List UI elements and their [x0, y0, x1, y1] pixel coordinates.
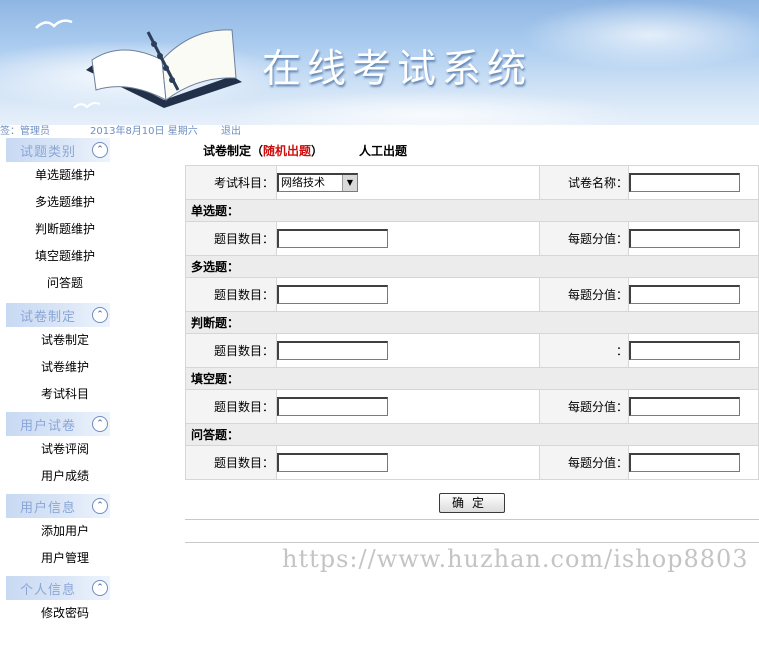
qa-score-label: 每题分值： — [539, 445, 629, 480]
paper-form: 考试科目： 网络技术 ▼ 试卷名称： 单选题： 题目数目： 每题分值： 多选题： … — [185, 165, 759, 480]
mode-tabs: 试卷制定（随机出题） 人工出题 — [185, 139, 759, 163]
sidebar-section-paper[interactable]: 试卷制定 ⌃ — [6, 303, 110, 327]
collapse-icon[interactable]: ⌃ — [92, 580, 108, 596]
section-multi-title: 多选题： — [185, 255, 759, 278]
qa-score-input[interactable] — [629, 453, 740, 472]
single-count-input[interactable] — [277, 229, 388, 248]
subject-label: 考试科目： — [185, 165, 277, 200]
fill-count-label: 题目数目： — [185, 389, 277, 424]
sidebar-item-user-manage[interactable]: 用户管理 — [0, 545, 130, 572]
judge-score-label: ： — [539, 333, 629, 368]
judge-count-input[interactable] — [277, 341, 388, 360]
sidebar-item-true-false[interactable]: 判断题维护 — [0, 216, 130, 243]
confirm-row: 确定 — [185, 489, 759, 519]
collapse-icon[interactable]: ⌃ — [92, 307, 108, 323]
sidebar-item-add-user[interactable]: 添加用户 — [0, 518, 130, 545]
sidebar-item-paper-maintain[interactable]: 试卷维护 — [0, 354, 130, 381]
sidebar-item-fill-blank[interactable]: 填空题维护 — [0, 243, 130, 270]
confirm-button[interactable]: 确定 — [438, 493, 505, 513]
collapse-icon[interactable]: ⌃ — [92, 142, 108, 158]
sidebar-section-user-info[interactable]: 用户信息 ⌃ — [6, 494, 110, 518]
sidebar-item-single-choice[interactable]: 单选题维护 — [0, 162, 130, 189]
multi-score-label: 每题分值： — [539, 277, 629, 312]
paper-name-input[interactable] — [629, 173, 740, 192]
sidebar-item-subjects[interactable]: 考试科目 — [0, 381, 130, 408]
fill-score-input[interactable] — [629, 397, 740, 416]
section-qa-title: 问答题： — [185, 423, 759, 446]
fill-score-label: 每题分值： — [539, 389, 629, 424]
single-count-label: 题目数目： — [185, 221, 277, 256]
sidebar-item-paper-make[interactable]: 试卷制定 — [0, 327, 130, 354]
tab-random[interactable]: 试卷制定（随机出题） — [203, 139, 323, 163]
main-content: 试卷制定（随机出题） 人工出题 考试科目： 网络技术 ▼ 试卷名称： 单选题： 题… — [185, 139, 759, 543]
qa-count-label: 题目数目： — [185, 445, 277, 480]
collapse-icon[interactable]: ⌃ — [92, 498, 108, 514]
watermark-text: https://www.huzhan.com/ishop8803 — [282, 545, 749, 573]
judge-count-label: 题目数目： — [185, 333, 277, 368]
system-title: 在线考试系统 — [262, 47, 533, 92]
sidebar-item-change-password[interactable]: 修改密码 — [0, 600, 130, 627]
logout-link[interactable]: 退出 — [221, 125, 241, 138]
qa-count-input[interactable] — [277, 453, 388, 472]
section-judge-title: 判断题： — [185, 311, 759, 334]
sidebar-section-question-types[interactable]: 试题类别 ⌃ — [6, 138, 110, 162]
seagull-icon — [35, 19, 73, 29]
sidebar-item-paper-review[interactable]: 试卷评阅 — [0, 436, 130, 463]
divider — [185, 542, 759, 543]
sidebar-item-multi-choice[interactable]: 多选题维护 — [0, 189, 130, 216]
single-score-label: 每题分值： — [539, 221, 629, 256]
judge-score-input[interactable] — [629, 341, 740, 360]
header-banner: 在线考试系统 — [0, 0, 759, 125]
sidebar: 试题类别 ⌃ 单选题维护 多选题维护 判断题维护 填空题维护 问答题 试卷制定 … — [0, 138, 162, 660]
section-single-title: 单选题： — [185, 199, 759, 222]
multi-count-input[interactable] — [277, 285, 388, 304]
sidebar-item-qa[interactable]: 问答题 — [0, 270, 130, 297]
current-user: 签：管理员 — [0, 126, 50, 137]
status-bar: 签：管理员 2013年8月10日 星期六 退出 — [0, 125, 759, 138]
collapse-icon[interactable]: ⌃ — [92, 416, 108, 432]
sidebar-item-user-scores[interactable]: 用户成绩 — [0, 463, 130, 490]
open-book-icon — [86, 29, 242, 108]
tab-manual[interactable]: 人工出题 — [359, 139, 407, 163]
current-date: 2013年8月10日 星期六 — [90, 126, 198, 137]
multi-count-label: 题目数目： — [185, 277, 277, 312]
section-fill-title: 填空题： — [185, 367, 759, 390]
multi-score-input[interactable] — [629, 285, 740, 304]
fill-count-input[interactable] — [277, 397, 388, 416]
divider — [185, 519, 759, 520]
subject-select[interactable]: 网络技术 ▼ — [277, 173, 358, 192]
sidebar-section-personal[interactable]: 个人信息 ⌃ — [6, 576, 110, 600]
single-score-input[interactable] — [629, 229, 740, 248]
sidebar-section-user-papers[interactable]: 用户试卷 ⌃ — [6, 412, 110, 436]
paper-name-label: 试卷名称： — [539, 165, 629, 200]
dropdown-arrow-icon[interactable]: ▼ — [342, 175, 357, 191]
